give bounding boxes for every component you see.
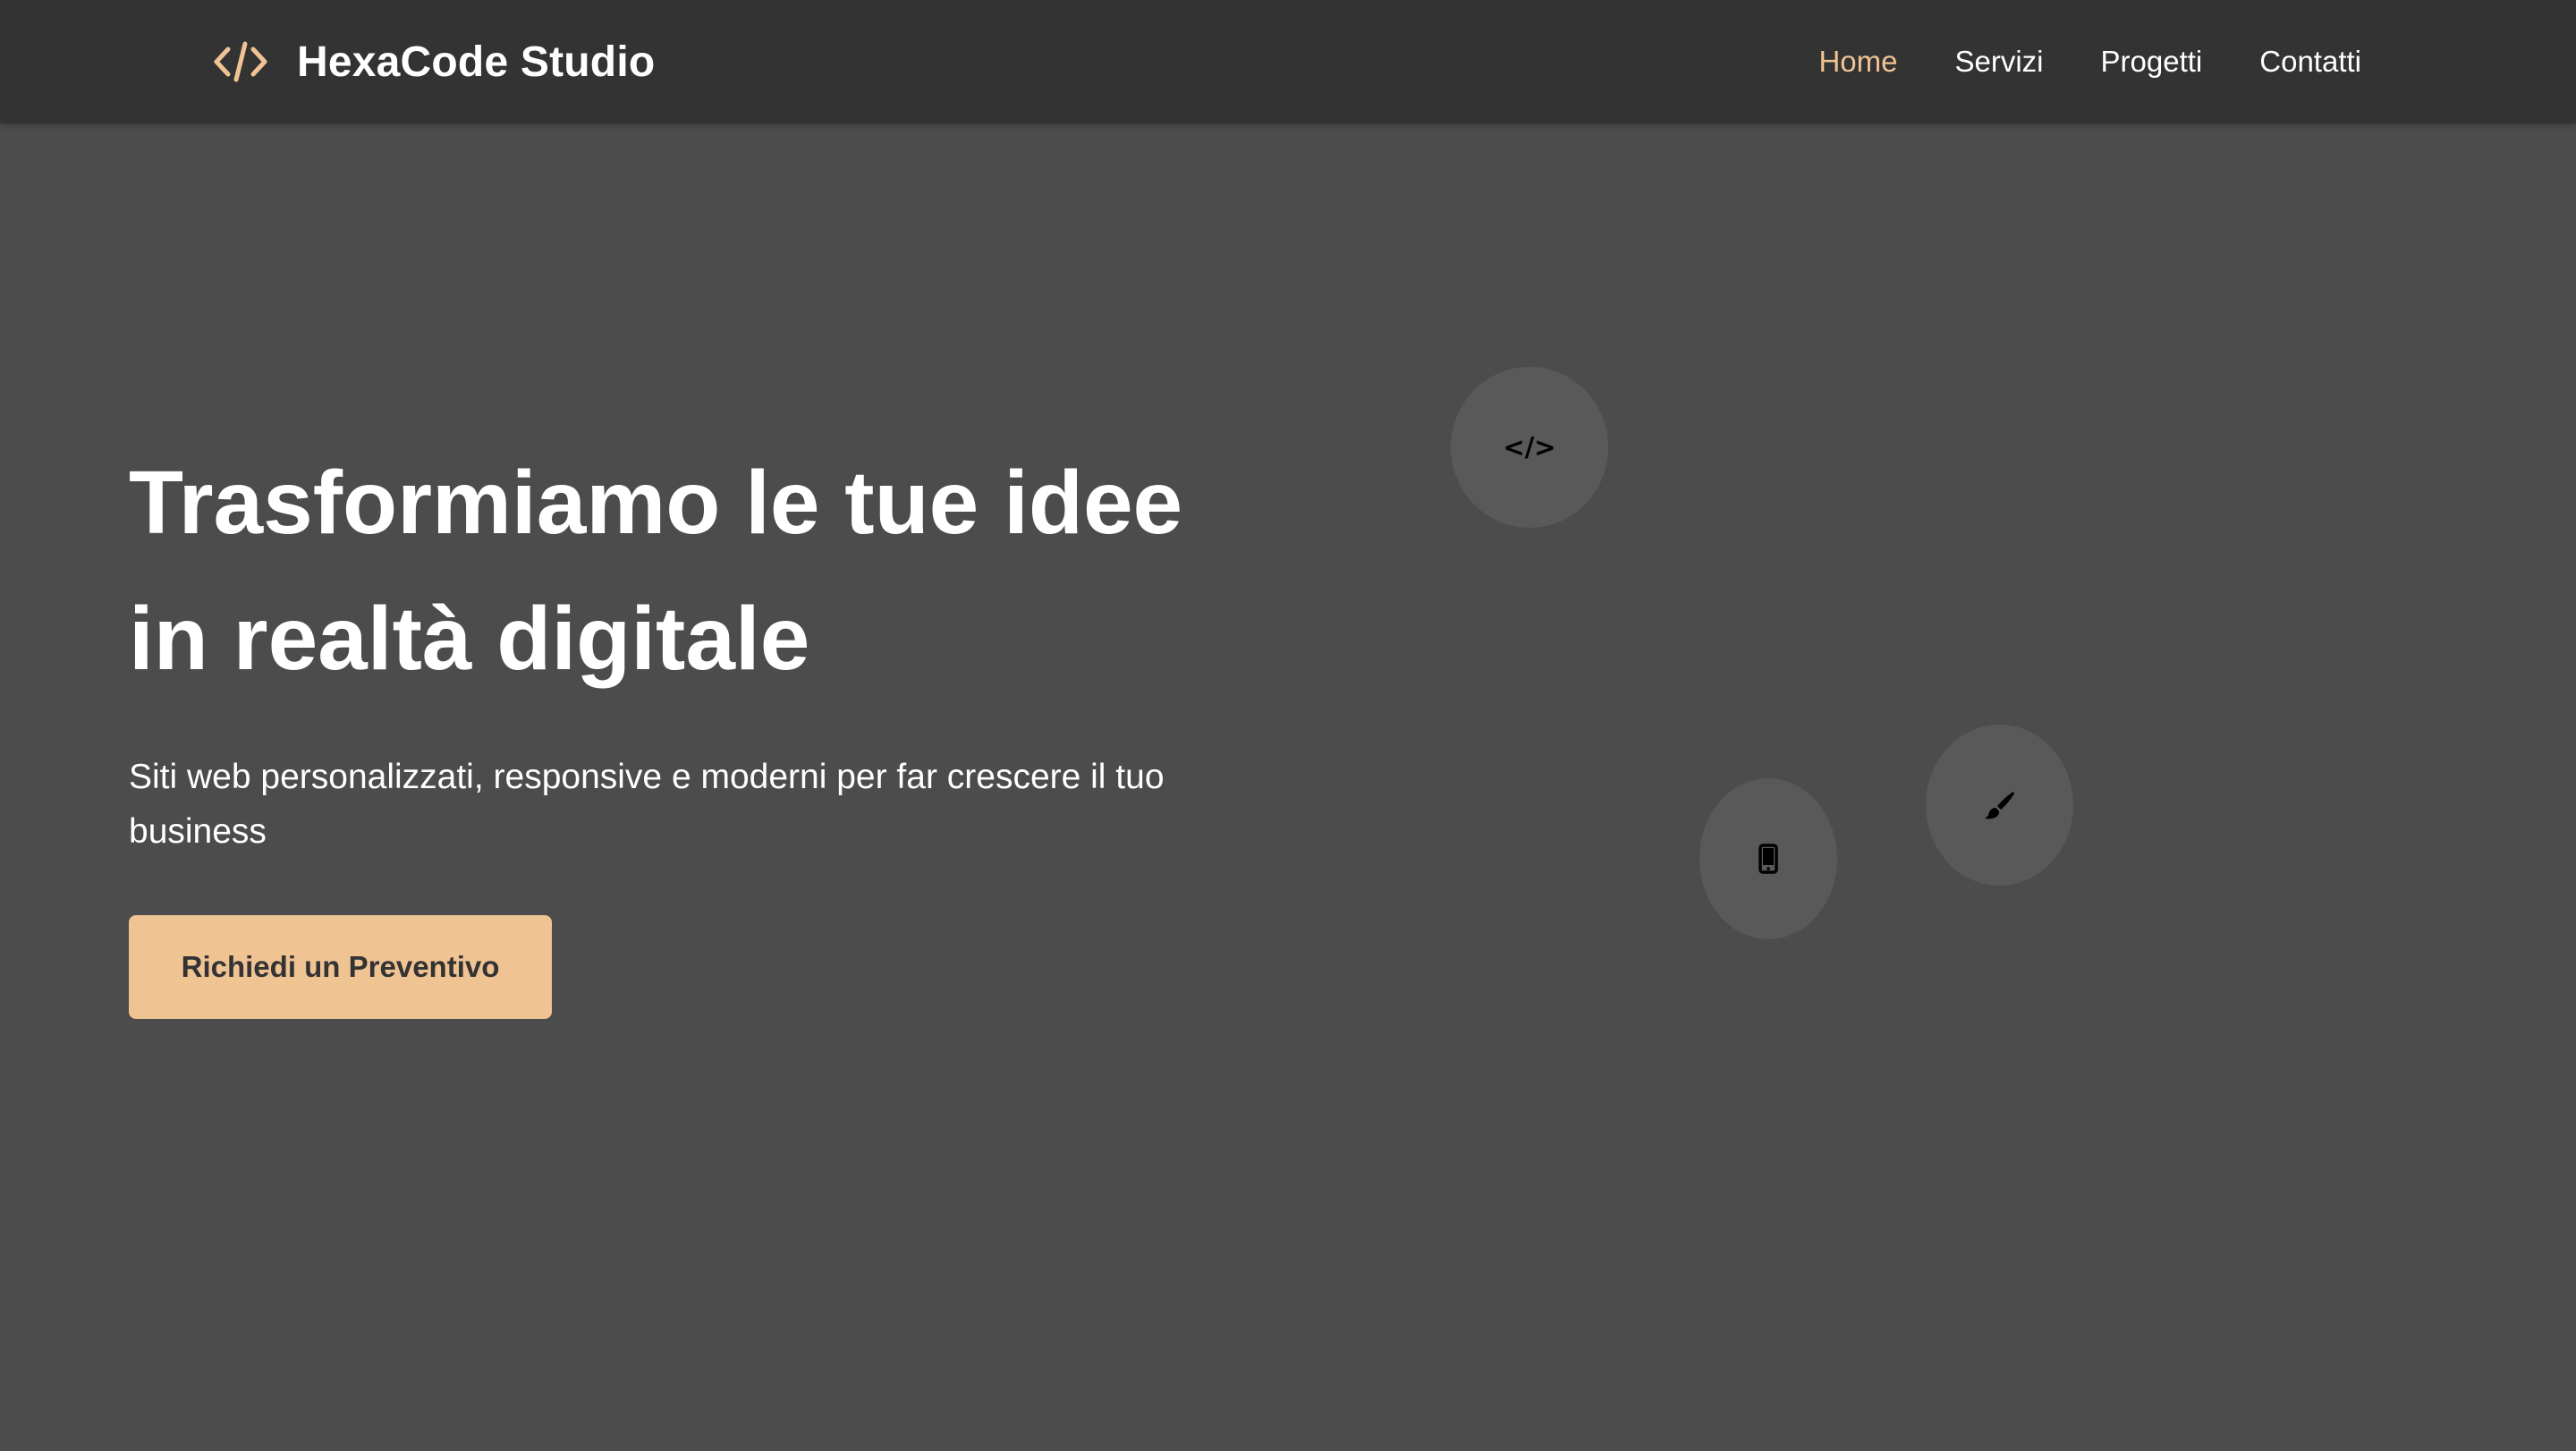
hero-title-line-1: Trasformiamo le tue idee [129, 453, 1183, 553]
nav-link-servizi[interactable]: Servizi [1955, 45, 2044, 79]
paintbrush-icon [1984, 790, 2016, 820]
mobile-icon [1758, 844, 1778, 874]
code-icon: </> [1503, 432, 1556, 462]
floating-brush-badge [1926, 725, 2073, 886]
request-quote-button[interactable]: Richiedi un Preventivo [129, 915, 552, 1019]
floating-mobile-badge [1699, 778, 1837, 939]
nav-link-contatti[interactable]: Contatti [2259, 45, 2361, 79]
code-icon [211, 37, 270, 87]
nav-link-home[interactable]: Home [1818, 45, 1897, 79]
hero-title-line-2: in realtà digitale [129, 589, 810, 689]
hero-title: Trasformiamo le tue idee in realtà digit… [129, 435, 1292, 707]
main-nav: Home Servizi Progetti Contatti [1818, 39, 2361, 84]
floating-code-badge: </> [1451, 367, 1608, 528]
brand-name: HexaCode Studio [297, 38, 656, 86]
site-header: HexaCode Studio Home Servizi Progetti Co… [0, 0, 2576, 123]
nav-link-progetti[interactable]: Progetti [2101, 45, 2203, 79]
hero-subtitle: Siti web personalizzati, responsive e mo… [129, 758, 1165, 851]
brand-logo[interactable]: HexaCode Studio [211, 30, 655, 93]
